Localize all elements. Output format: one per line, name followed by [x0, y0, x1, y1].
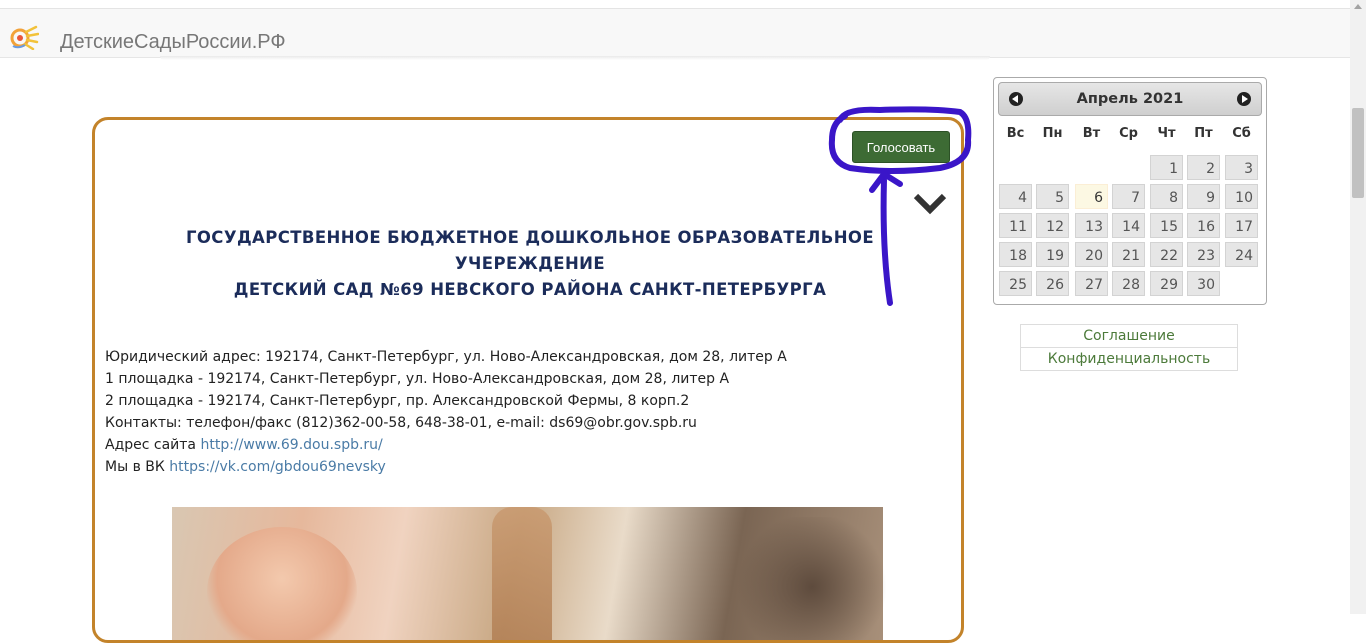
- calendar-day[interactable]: 14: [1112, 213, 1145, 238]
- calendar-day[interactable]: 18: [999, 242, 1032, 267]
- calendar-weekday: Ср: [1119, 126, 1138, 141]
- agreement-link[interactable]: Соглашение: [1020, 324, 1238, 348]
- photo-child-face: [207, 527, 357, 640]
- calendar-header: Апрель 2021: [998, 82, 1262, 116]
- calendar-weekday: Вс: [1006, 126, 1025, 141]
- website-label: Адрес сайта: [105, 437, 201, 453]
- calendar-day[interactable]: 23: [1187, 242, 1220, 267]
- calendar-next-icon[interactable]: [1237, 92, 1251, 106]
- calendar-day[interactable]: 11: [999, 213, 1032, 238]
- calendar-day[interactable]: 1: [1150, 155, 1183, 180]
- footer-links: Соглашение Конфиденциальность: [1020, 324, 1238, 371]
- calendar-day[interactable]: 21: [1112, 242, 1145, 267]
- calendar-day[interactable]: 25: [999, 271, 1032, 296]
- kindergarten-photo: [172, 507, 892, 640]
- page-scrollbar[interactable]: [1350, 0, 1366, 614]
- calendar-day[interactable]: 16: [1187, 213, 1220, 238]
- photo-wooden-toy: [492, 507, 552, 640]
- contacts-line: Контакты: телефон/факс (812)362-00-58, 6…: [105, 415, 697, 431]
- website-link[interactable]: http://www.69.dou.spb.ru/: [200, 437, 382, 453]
- calendar-day[interactable]: 5: [1036, 184, 1069, 209]
- calendar-day[interactable]: 4: [999, 184, 1032, 209]
- calendar-weekday: Пн: [1042, 126, 1063, 141]
- site-brand[interactable]: ДетскиеСадыРоссии.РФ: [60, 31, 286, 54]
- website-line: Адрес сайта http://www.69.dou.spb.ru/: [105, 434, 925, 456]
- calendar-day[interactable]: 17: [1225, 213, 1258, 238]
- calendar-day[interactable]: 24: [1225, 242, 1258, 267]
- calendar-weekday: Пт: [1194, 126, 1213, 141]
- site-header: ДетскиеСадыРоссии.РФ: [0, 8, 1350, 58]
- title-line-1: ГОСУДАРСТВЕННОЕ БЮДЖЕТНОЕ ДОШКОЛЬНОЕ ОБР…: [185, 228, 875, 247]
- title-line-2: УЧЕРЕЖДЕНИЕ: [454, 254, 606, 273]
- calendar-widget: Апрель 2021 Вс Пн Вт Ср Чт Пт Сб 1 2 3 4 5 6 7 8 9 10 11 1…: [993, 77, 1267, 305]
- kindergarten-card: Голосовать ГОСУДАРСТВЕННОЕ БЮДЖЕТНОЕ ДОШ…: [92, 117, 964, 643]
- calendar-month-title: Апрель 2021: [1076, 91, 1184, 107]
- site-address-1: 1 площадка - 192174, Санкт-Петербург, ул…: [105, 371, 730, 387]
- calendar-day[interactable]: 30: [1187, 271, 1220, 296]
- calendar-day-today[interactable]: 6: [1075, 184, 1108, 209]
- kindergarten-title: ГОСУДАРСТВЕННОЕ БЮДЖЕТНОЕ ДОШКОЛЬНОЕ ОБР…: [105, 225, 955, 303]
- photo-background-shadow: [732, 517, 892, 640]
- legal-address: Юридический адрес: 192174, Санкт-Петербу…: [105, 349, 787, 365]
- contact-info: Юридический адрес: 192174, Санкт-Петербу…: [105, 346, 925, 478]
- calendar-day[interactable]: 22: [1150, 242, 1183, 267]
- calendar-day[interactable]: 9: [1187, 184, 1220, 209]
- privacy-link[interactable]: Конфиденциальность: [1020, 347, 1238, 371]
- calendar-day[interactable]: 29: [1150, 271, 1183, 296]
- calendar-day[interactable]: 10: [1225, 184, 1258, 209]
- calendar-day[interactable]: 26: [1036, 271, 1069, 296]
- calendar-weekday: Сб: [1232, 126, 1251, 141]
- calendar-day[interactable]: 20: [1075, 242, 1108, 267]
- site-address-2: 2 площадка - 192174, Санкт-Петербург, пр…: [105, 393, 690, 409]
- calendar-day[interactable]: 13: [1075, 213, 1108, 238]
- chevron-down-icon[interactable]: [912, 190, 948, 216]
- calendar-day[interactable]: 2: [1187, 155, 1220, 180]
- calendar-day[interactable]: 7: [1112, 184, 1145, 209]
- sun-hand-logo-icon[interactable]: [9, 24, 39, 50]
- calendar-day[interactable]: 8: [1150, 184, 1183, 209]
- calendar-weekday: Вт: [1082, 126, 1101, 141]
- vote-button[interactable]: Голосовать: [852, 131, 950, 163]
- calendar-day[interactable]: 28: [1112, 271, 1145, 296]
- title-line-3: ДЕТСКИЙ САД №69 НЕВСКОГО РАЙОНА САНКТ-ПЕ…: [233, 280, 827, 299]
- scroll-up-arrow-icon[interactable]: [1354, 4, 1362, 9]
- calendar-day[interactable]: 3: [1225, 155, 1258, 180]
- header-shadow: [160, 56, 990, 60]
- vk-label: Мы в ВК: [105, 459, 170, 475]
- vk-line: Мы в ВК https://vk.com/gbdou69nevsky: [105, 456, 925, 478]
- vk-link[interactable]: https://vk.com/gbdou69nevsky: [169, 459, 386, 475]
- calendar-day[interactable]: 15: [1150, 213, 1183, 238]
- calendar-weekday: Чт: [1157, 126, 1176, 141]
- calendar-day[interactable]: 19: [1036, 242, 1069, 267]
- calendar-day[interactable]: 12: [1036, 213, 1069, 238]
- calendar-day[interactable]: 27: [1075, 271, 1108, 296]
- scroll-thumb[interactable]: [1352, 108, 1364, 198]
